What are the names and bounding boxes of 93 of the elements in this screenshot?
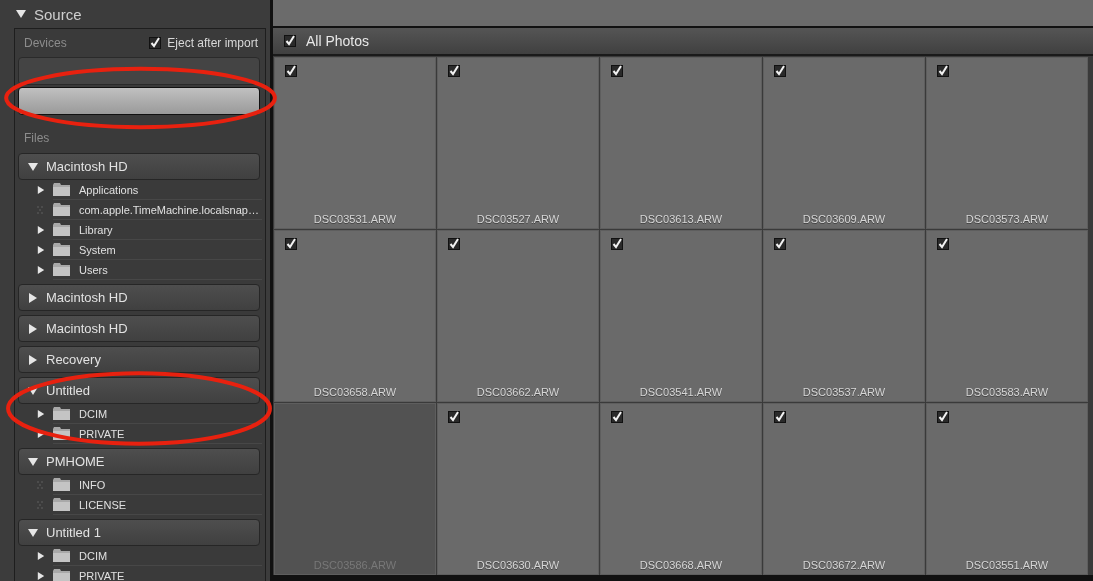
folder-name[interactable]: Users <box>79 263 108 276</box>
folder-name[interactable]: Library <box>79 223 113 236</box>
folder-icon <box>53 263 70 276</box>
checkbox[interactable] <box>149 37 162 49</box>
file-name: DSC03658.ARW <box>313 386 397 398</box>
section-label: Files <box>24 131 50 145</box>
expand-arrow-icon[interactable] <box>37 430 45 438</box>
photo-thumbnail[interactable]: DSC03668.ARW <box>600 403 762 575</box>
photo-thumbnail[interactable]: DSC03537.ARW <box>763 230 925 402</box>
checkbox[interactable] <box>774 65 786 77</box>
folder-icon <box>53 243 70 256</box>
volume-header[interactable]: Macintosh HD <box>18 284 260 311</box>
folder-icon <box>53 223 70 236</box>
checkbox[interactable] <box>448 238 460 250</box>
checkbox-label: Eject after import <box>167 36 258 50</box>
folder-name[interactable]: Applications <box>79 183 139 196</box>
file-name: DSC03583.ARW <box>965 386 1049 398</box>
photo-thumbnail[interactable]: DSC03672.ARW <box>763 403 925 575</box>
disclosure-triangle-icon[interactable] <box>16 9 26 19</box>
disclosure-triangle-icon[interactable] <box>28 292 38 303</box>
checkbox[interactable] <box>448 65 460 77</box>
folder-icon <box>53 478 70 491</box>
folder-name[interactable]: System <box>79 243 116 256</box>
folder-name[interactable]: PRIVATE <box>79 427 125 440</box>
disclosure-triangle-icon[interactable] <box>28 527 38 538</box>
panel-title: Source <box>34 5 82 23</box>
expand-arrow-icon[interactable] <box>37 246 45 254</box>
photo-thumbnail[interactable]: DSC03662.ARW <box>437 230 599 402</box>
file-name: DSC03613.ARW <box>639 213 723 225</box>
file-name: DSC03573.ARW <box>965 213 1049 225</box>
volume-header[interactable]: Recovery <box>18 346 260 373</box>
expand-arrow-icon[interactable] <box>37 410 45 418</box>
checkbox[interactable] <box>937 238 949 250</box>
photo-thumbnail[interactable]: DSC03609.ARW <box>763 57 925 229</box>
device-slot[interactable] <box>18 87 260 115</box>
file-name: DSC03541.ARW <box>639 386 723 398</box>
folder-icon <box>53 407 70 420</box>
folder-name[interactable]: DCIM <box>79 549 108 562</box>
file-name: DSC03537.ARW <box>802 386 886 398</box>
checkbox[interactable] <box>937 65 949 77</box>
volume-header[interactable]: Macintosh HD <box>18 315 260 342</box>
folder-name[interactable]: DCIM <box>79 407 108 420</box>
section-label: Devices <box>24 36 67 50</box>
checkbox[interactable] <box>284 35 296 47</box>
grid-title: All Photos <box>306 33 370 49</box>
folder-icon <box>53 498 70 511</box>
folder-icon <box>53 183 70 196</box>
folder-icon <box>53 203 70 216</box>
volume-header[interactable]: Macintosh HD <box>18 153 260 180</box>
file-name: DSC03551.ARW <box>965 559 1049 571</box>
checkbox[interactable] <box>611 411 623 423</box>
expand-arrow-icon[interactable] <box>37 226 45 234</box>
volume-header[interactable]: Untitled <box>18 377 260 404</box>
folder-name[interactable]: INFO <box>79 478 106 491</box>
folder-icon <box>53 569 70 581</box>
photo-thumbnail[interactable]: DSC03551.ARW <box>926 403 1088 575</box>
checkbox[interactable] <box>285 65 297 77</box>
expand-arrow-icon[interactable] <box>37 552 45 560</box>
photo-thumbnail[interactable]: DSC03658.ARW <box>274 230 436 402</box>
checkbox[interactable] <box>448 411 460 423</box>
disclosure-triangle-icon[interactable] <box>28 456 38 467</box>
folder-name[interactable]: LICENSE <box>79 498 127 511</box>
volume-header[interactable]: Untitled 1 <box>18 519 260 546</box>
folder-name[interactable]: com.apple.TimeMachine.localsnap… <box>79 203 259 216</box>
file-name: DSC03630.ARW <box>476 559 560 571</box>
volume-header[interactable]: PMHOME <box>18 448 260 475</box>
checkbox[interactable] <box>937 411 949 423</box>
photo-thumbnail[interactable]: DSC03630.ARW <box>437 403 599 575</box>
folder-name[interactable]: PRIVATE <box>79 569 125 581</box>
checkbox[interactable] <box>774 411 786 423</box>
photo-thumbnail[interactable]: DSC03531.ARW <box>274 57 436 229</box>
photo-thumbnail[interactable]: DSC03573.ARW <box>926 57 1088 229</box>
expand-arrow-icon[interactable] <box>37 266 45 274</box>
file-name: DSC03609.ARW <box>802 213 886 225</box>
folder-icon <box>53 549 70 562</box>
checkbox[interactable] <box>611 65 623 77</box>
disclosure-triangle-icon[interactable] <box>28 323 38 334</box>
checkbox[interactable] <box>611 238 623 250</box>
expand-arrow-icon[interactable] <box>37 572 45 580</box>
photo-thumbnail[interactable]: DSC03541.ARW <box>600 230 762 402</box>
photo-thumbnail[interactable]: DSC03527.ARW <box>437 57 599 229</box>
file-name: DSC03527.ARW <box>476 213 560 225</box>
checkbox[interactable] <box>285 238 297 250</box>
file-name: DSC03672.ARW <box>802 559 886 571</box>
photo-thumbnail[interactable]: DSC03613.ARW <box>600 57 762 229</box>
checkbox[interactable] <box>774 238 786 250</box>
file-name: DSC03668.ARW <box>639 559 723 571</box>
photo-thumbnail[interactable]: DSC03583.ARW <box>926 230 1088 402</box>
disclosure-triangle-icon[interactable] <box>28 354 38 365</box>
file-name: DSC03662.ARW <box>476 386 560 398</box>
disclosure-triangle-icon[interactable] <box>28 161 38 172</box>
file-name: DSC03531.ARW <box>313 213 397 225</box>
expand-arrow-icon[interactable] <box>37 186 45 194</box>
